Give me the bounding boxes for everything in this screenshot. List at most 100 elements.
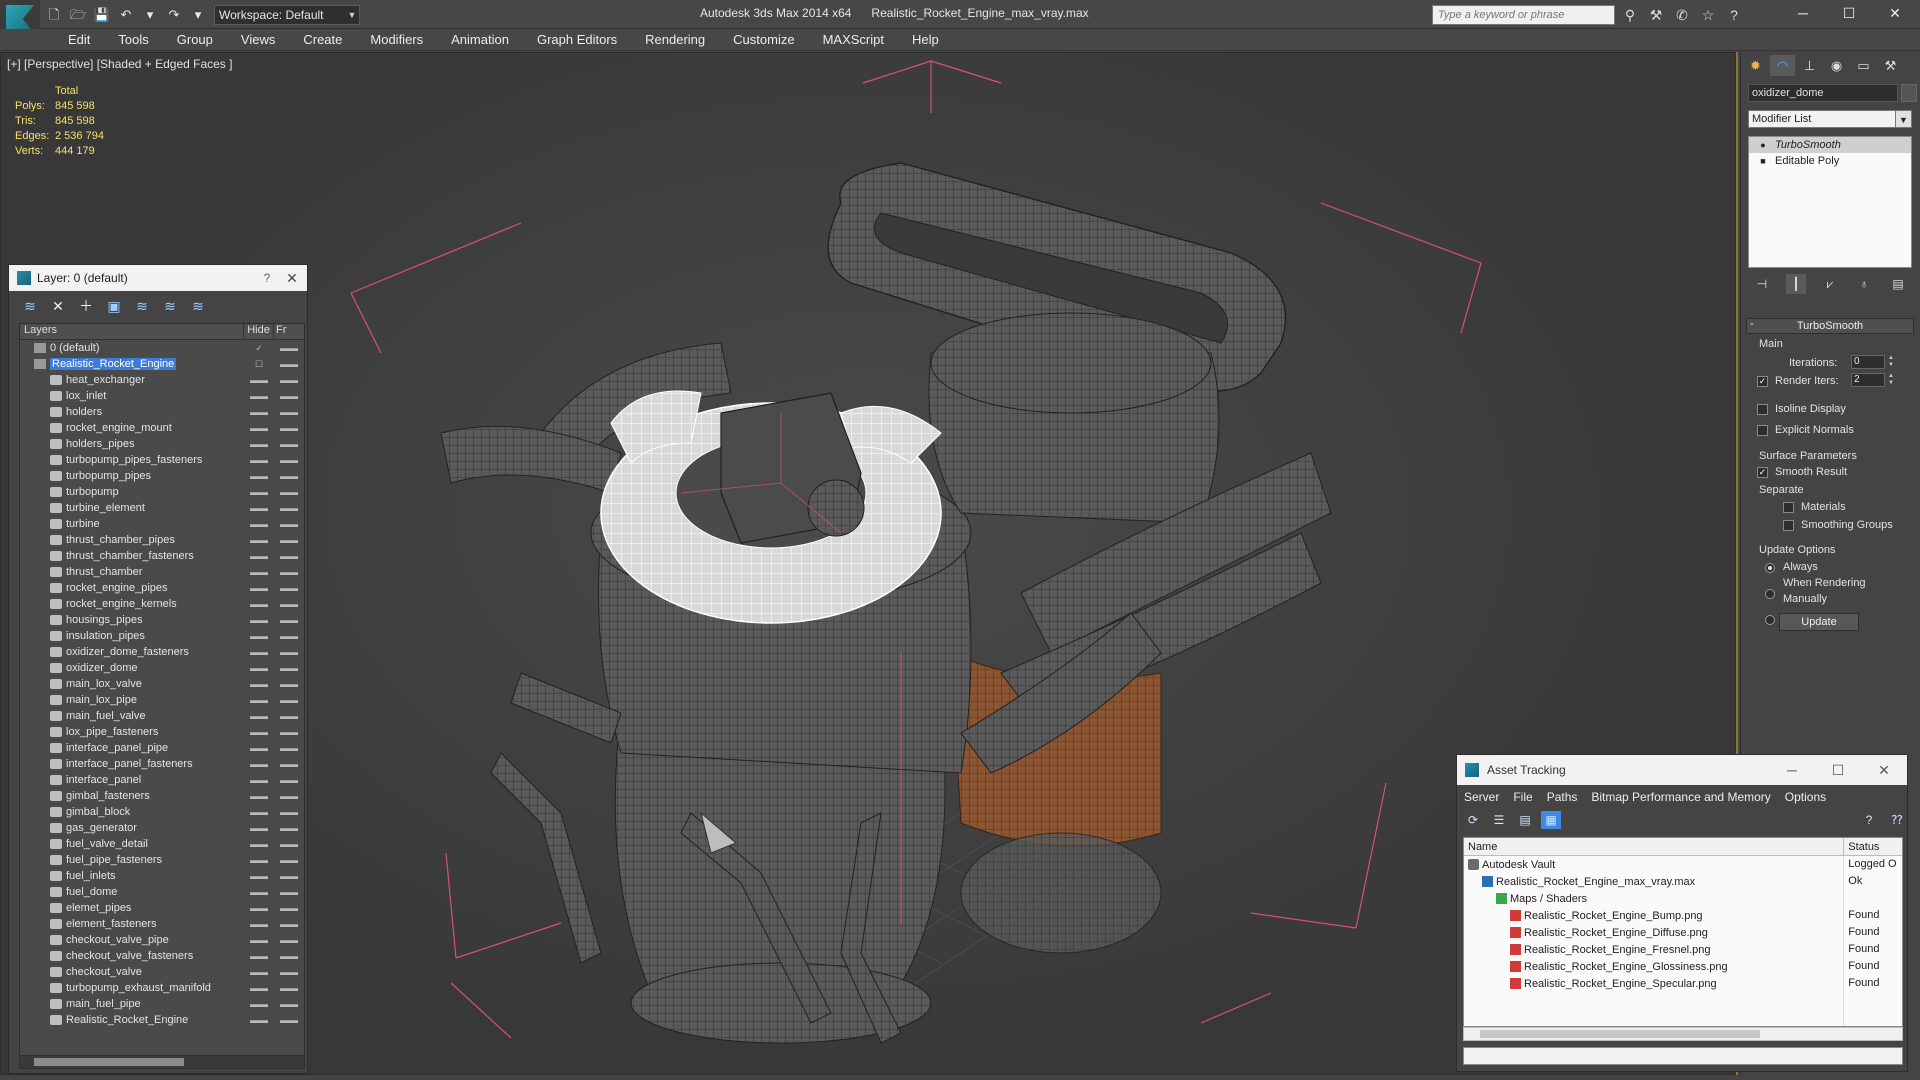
object-row[interactable]: holders ▬▬ ▬▬: [20, 404, 304, 420]
freeze-toggle-icon[interactable]: ▬▬: [274, 727, 304, 737]
freeze-toggle-icon[interactable]: ▬▬: [274, 903, 304, 913]
search-input[interactable]: Type a keyword or phrase: [1432, 5, 1615, 25]
object-row[interactable]: thrust_chamber_pipes ▬▬ ▬▬: [20, 532, 304, 548]
freeze-toggle-icon[interactable]: ▬▬: [274, 455, 304, 465]
redo-icon[interactable]: ↷: [164, 5, 184, 25]
maximize-button[interactable]: ☐: [1826, 0, 1872, 26]
always-radio[interactable]: [1765, 563, 1775, 573]
asset-row[interactable]: Realistic_Rocket_Engine_Glossiness.png Fo…: [1464, 958, 1902, 975]
hide-toggle-icon[interactable]: ▬▬: [244, 839, 274, 849]
freeze-toggle-icon[interactable]: ▬▬: [274, 983, 304, 993]
asset-row[interactable]: Realistic_Rocket_Engine_Bump.png Found: [1464, 907, 1902, 924]
hide-toggle-icon[interactable]: ▬▬: [244, 679, 274, 689]
hide-toggle-icon[interactable]: ▬▬: [244, 903, 274, 913]
hide-toggle-icon[interactable]: ▬▬: [244, 1015, 274, 1025]
hide-toggle-icon[interactable]: ▬▬: [244, 711, 274, 721]
redo-dropdown-icon[interactable]: ▾: [188, 5, 208, 25]
object-row[interactable]: fuel_dome ▬▬ ▬▬: [20, 884, 304, 900]
hide-toggle-icon[interactable]: ▬▬: [244, 439, 274, 449]
menu-help[interactable]: Help: [898, 29, 953, 51]
object-row[interactable]: fuel_inlets ▬▬ ▬▬: [20, 868, 304, 884]
freeze-toggle-icon[interactable]: ▬▬: [274, 343, 304, 353]
object-row[interactable]: turbopump_pipes_fasteners ▬▬ ▬▬: [20, 452, 304, 468]
undo-icon[interactable]: ↶: [116, 5, 136, 25]
help-icon[interactable]: ?: [1859, 811, 1879, 829]
freeze-all-layers-icon[interactable]: ≋: [187, 296, 209, 316]
detail-view-icon[interactable]: ▤: [1515, 811, 1535, 829]
hide-toggle-icon[interactable]: ▬▬: [244, 503, 274, 513]
object-row[interactable]: checkout_valve_pipe ▬▬ ▬▬: [20, 932, 304, 948]
subscription-icon[interactable]: ⚒: [1646, 5, 1666, 25]
context-help-icon[interactable]: ⁇: [1887, 811, 1907, 829]
freeze-toggle-icon[interactable]: ▬▬: [274, 839, 304, 849]
hide-toggle-icon[interactable]: ▬▬: [244, 455, 274, 465]
freeze-toggle-icon[interactable]: ▬▬: [274, 359, 304, 369]
update-button[interactable]: Update: [1779, 613, 1859, 631]
object-row[interactable]: lox_pipe_fasteners ▬▬ ▬▬: [20, 724, 304, 740]
freeze-toggle-icon[interactable]: ▬▬: [274, 999, 304, 1009]
menu-customize[interactable]: Customize: [719, 29, 808, 51]
freeze-toggle-icon[interactable]: ▬▬: [274, 615, 304, 625]
object-color-swatch[interactable]: [1901, 84, 1917, 102]
asset-row[interactable]: Realistic_Rocket_Engine_Fresnel.png Found: [1464, 941, 1902, 958]
menu-server[interactable]: Server: [1457, 787, 1506, 807]
object-row[interactable]: checkout_valve ▬▬ ▬▬: [20, 964, 304, 980]
maximize-button[interactable]: ☐: [1815, 762, 1861, 779]
object-row[interactable]: rocket_engine_mount ▬▬ ▬▬: [20, 420, 304, 436]
delete-layer-icon[interactable]: ✕: [47, 296, 69, 316]
object-row[interactable]: main_lox_valve ▬▬ ▬▬: [20, 676, 304, 692]
freeze-toggle-icon[interactable]: ▬▬: [274, 391, 304, 401]
materials-checkbox[interactable]: [1783, 502, 1794, 513]
asset-row[interactable]: Realistic_Rocket_Engine_Diffuse.png Found: [1464, 924, 1902, 941]
menu-graph-editors[interactable]: Graph Editors: [523, 29, 631, 51]
column-hide[interactable]: Hide: [244, 324, 274, 339]
object-row[interactable]: turbine_element ▬▬ ▬▬: [20, 500, 304, 516]
hide-toggle-icon[interactable]: ▬▬: [244, 487, 274, 497]
object-row[interactable]: elemet_pipes ▬▬ ▬▬: [20, 900, 304, 916]
object-row[interactable]: insulation_pipes ▬▬ ▬▬: [20, 628, 304, 644]
freeze-toggle-icon[interactable]: ▬▬: [274, 919, 304, 929]
manually-radio[interactable]: [1765, 615, 1775, 625]
scrollbar-thumb[interactable]: [1480, 1030, 1760, 1038]
lightbulb-icon[interactable]: ●: [1757, 140, 1769, 150]
object-row[interactable]: turbine ▬▬ ▬▬: [20, 516, 304, 532]
hide-toggle-icon[interactable]: ▬▬: [244, 775, 274, 785]
menu-rendering[interactable]: Rendering: [631, 29, 719, 51]
minimize-button[interactable]: ─: [1780, 0, 1826, 26]
asset-row[interactable]: Realistic_Rocket_Engine_max_vray.max Ok: [1464, 873, 1902, 890]
object-row[interactable]: rocket_engine_kernels ▬▬ ▬▬: [20, 596, 304, 612]
workspace-dropdown[interactable]: Workspace: Default: [214, 5, 360, 25]
asset-row[interactable]: Realistic_Rocket_Engine_Specular.png Foun…: [1464, 975, 1902, 992]
freeze-toggle-icon[interactable]: ▬▬: [274, 471, 304, 481]
hide-toggle-icon[interactable]: ▬▬: [244, 919, 274, 929]
hide-toggle-icon[interactable]: ▬▬: [244, 791, 274, 801]
hide-toggle-icon[interactable]: ▬▬: [244, 967, 274, 977]
list-view-icon[interactable]: ☰: [1489, 811, 1509, 829]
render-iters-checkbox[interactable]: ✓: [1757, 376, 1768, 387]
hide-toggle-icon[interactable]: ▬▬: [244, 407, 274, 417]
column-name[interactable]: Name: [1464, 838, 1845, 855]
object-row[interactable]: rocket_engine_pipes ▬▬ ▬▬: [20, 580, 304, 596]
freeze-toggle-icon[interactable]: ▬▬: [274, 855, 304, 865]
hide-toggle-icon[interactable]: ▬▬: [244, 759, 274, 769]
render-iters-spinner[interactable]: 2: [1851, 373, 1885, 387]
freeze-toggle-icon[interactable]: ▬▬: [274, 871, 304, 881]
object-row[interactable]: main_fuel_valve ▬▬ ▬▬: [20, 708, 304, 724]
hide-toggle-icon[interactable]: ▬▬: [244, 983, 274, 993]
hide-all-layers-icon[interactable]: ≋: [159, 296, 181, 316]
help-button[interactable]: ?: [257, 271, 277, 285]
make-unique-icon[interactable]: ⩗: [1820, 274, 1840, 294]
expand-plus-icon[interactable]: ■: [1757, 156, 1769, 166]
favorites-star-icon[interactable]: ☆: [1698, 5, 1718, 25]
freeze-toggle-icon[interactable]: ▬▬: [274, 519, 304, 529]
freeze-toggle-icon[interactable]: ▬▬: [274, 807, 304, 817]
modifier-list-dropdown[interactable]: Modifier List: [1748, 110, 1912, 128]
freeze-toggle-icon[interactable]: ▬▬: [274, 663, 304, 673]
hide-toggle-icon[interactable]: ▬▬: [244, 519, 274, 529]
object-name-field[interactable]: oxidizer_dome: [1748, 84, 1898, 102]
object-row[interactable]: interface_panel_fasteners ▬▬ ▬▬: [20, 756, 304, 772]
freeze-toggle-icon[interactable]: ▬▬: [274, 823, 304, 833]
freeze-toggle-icon[interactable]: ▬▬: [274, 743, 304, 753]
hide-toggle-icon[interactable]: ▬▬: [244, 615, 274, 625]
asset-row[interactable]: Maps / Shaders: [1464, 890, 1902, 907]
